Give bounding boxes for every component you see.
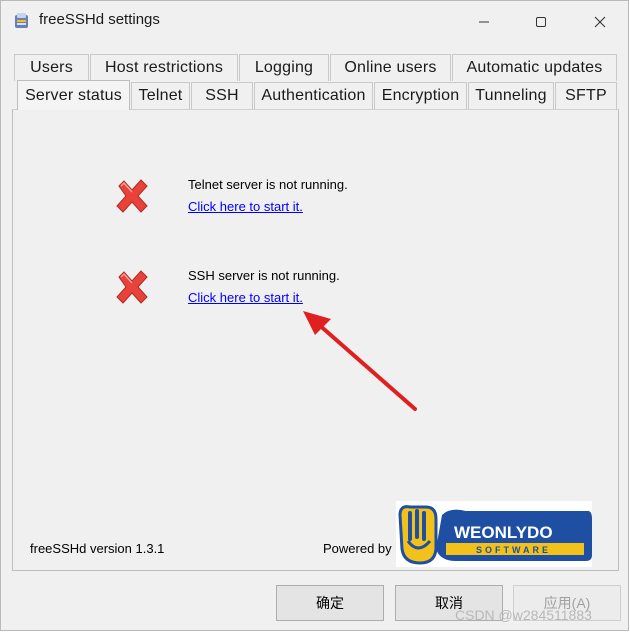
red-arrow-annotation bbox=[303, 311, 417, 411]
minimize-icon bbox=[479, 21, 489, 23]
window-title: freeSSHd settings bbox=[39, 11, 160, 28]
ssh-start-link[interactable]: Click here to start it. bbox=[188, 290, 303, 305]
csdn-watermark: CSDN @w284511883 bbox=[455, 607, 592, 623]
tab-sftp[interactable]: SFTP bbox=[555, 82, 617, 109]
tab-ssh[interactable]: SSH bbox=[191, 82, 253, 109]
tab-encryption[interactable]: Encryption bbox=[374, 82, 467, 109]
powered-by-label: Powered by bbox=[323, 541, 392, 556]
close-icon bbox=[594, 16, 606, 28]
maximize-icon bbox=[536, 17, 546, 27]
ok-button[interactable]: 确定 bbox=[276, 585, 384, 621]
version-label: freeSSHd version 1.3.1 bbox=[30, 541, 165, 556]
maximize-button[interactable] bbox=[518, 7, 564, 37]
logo-sub-text: SOFTWARE bbox=[476, 545, 551, 555]
tab-telnet[interactable]: Telnet bbox=[131, 82, 190, 109]
ssh-status-text: SSH server is not running. bbox=[188, 268, 340, 283]
tab-logging[interactable]: Logging bbox=[239, 54, 329, 81]
weonlydo-logo-graphic: WEONLYDO SOFTWARE bbox=[398, 505, 592, 565]
tab-online-users[interactable]: Online users bbox=[330, 54, 451, 81]
tab-automatic-updates[interactable]: Automatic updates bbox=[452, 54, 617, 81]
close-button[interactable] bbox=[577, 7, 623, 37]
telnet-start-link[interactable]: Click here to start it. bbox=[188, 199, 303, 214]
weonlydo-logo: WEONLYDO SOFTWARE bbox=[396, 501, 592, 567]
telnet-stopped-x-icon bbox=[116, 179, 148, 213]
telnet-status-text: Telnet server is not running. bbox=[188, 177, 348, 192]
tab-server-status[interactable]: Server status bbox=[17, 80, 130, 110]
app-icon bbox=[15, 13, 28, 28]
ssh-stopped-x-icon bbox=[116, 270, 148, 304]
server-status-panel: Telnet server is not running. Click here… bbox=[12, 109, 619, 571]
settings-window: freeSSHd settings Users Host restriction… bbox=[0, 0, 629, 631]
title-bar: freeSSHd settings bbox=[1, 1, 628, 41]
tab-authentication[interactable]: Authentication bbox=[254, 82, 373, 109]
logo-main-text: WEONLYDO bbox=[454, 523, 553, 542]
tab-tunneling[interactable]: Tunneling bbox=[468, 82, 554, 109]
minimize-button[interactable] bbox=[461, 7, 507, 37]
tab-host-restrictions[interactable]: Host restrictions bbox=[90, 54, 238, 81]
tab-users[interactable]: Users bbox=[14, 54, 89, 81]
